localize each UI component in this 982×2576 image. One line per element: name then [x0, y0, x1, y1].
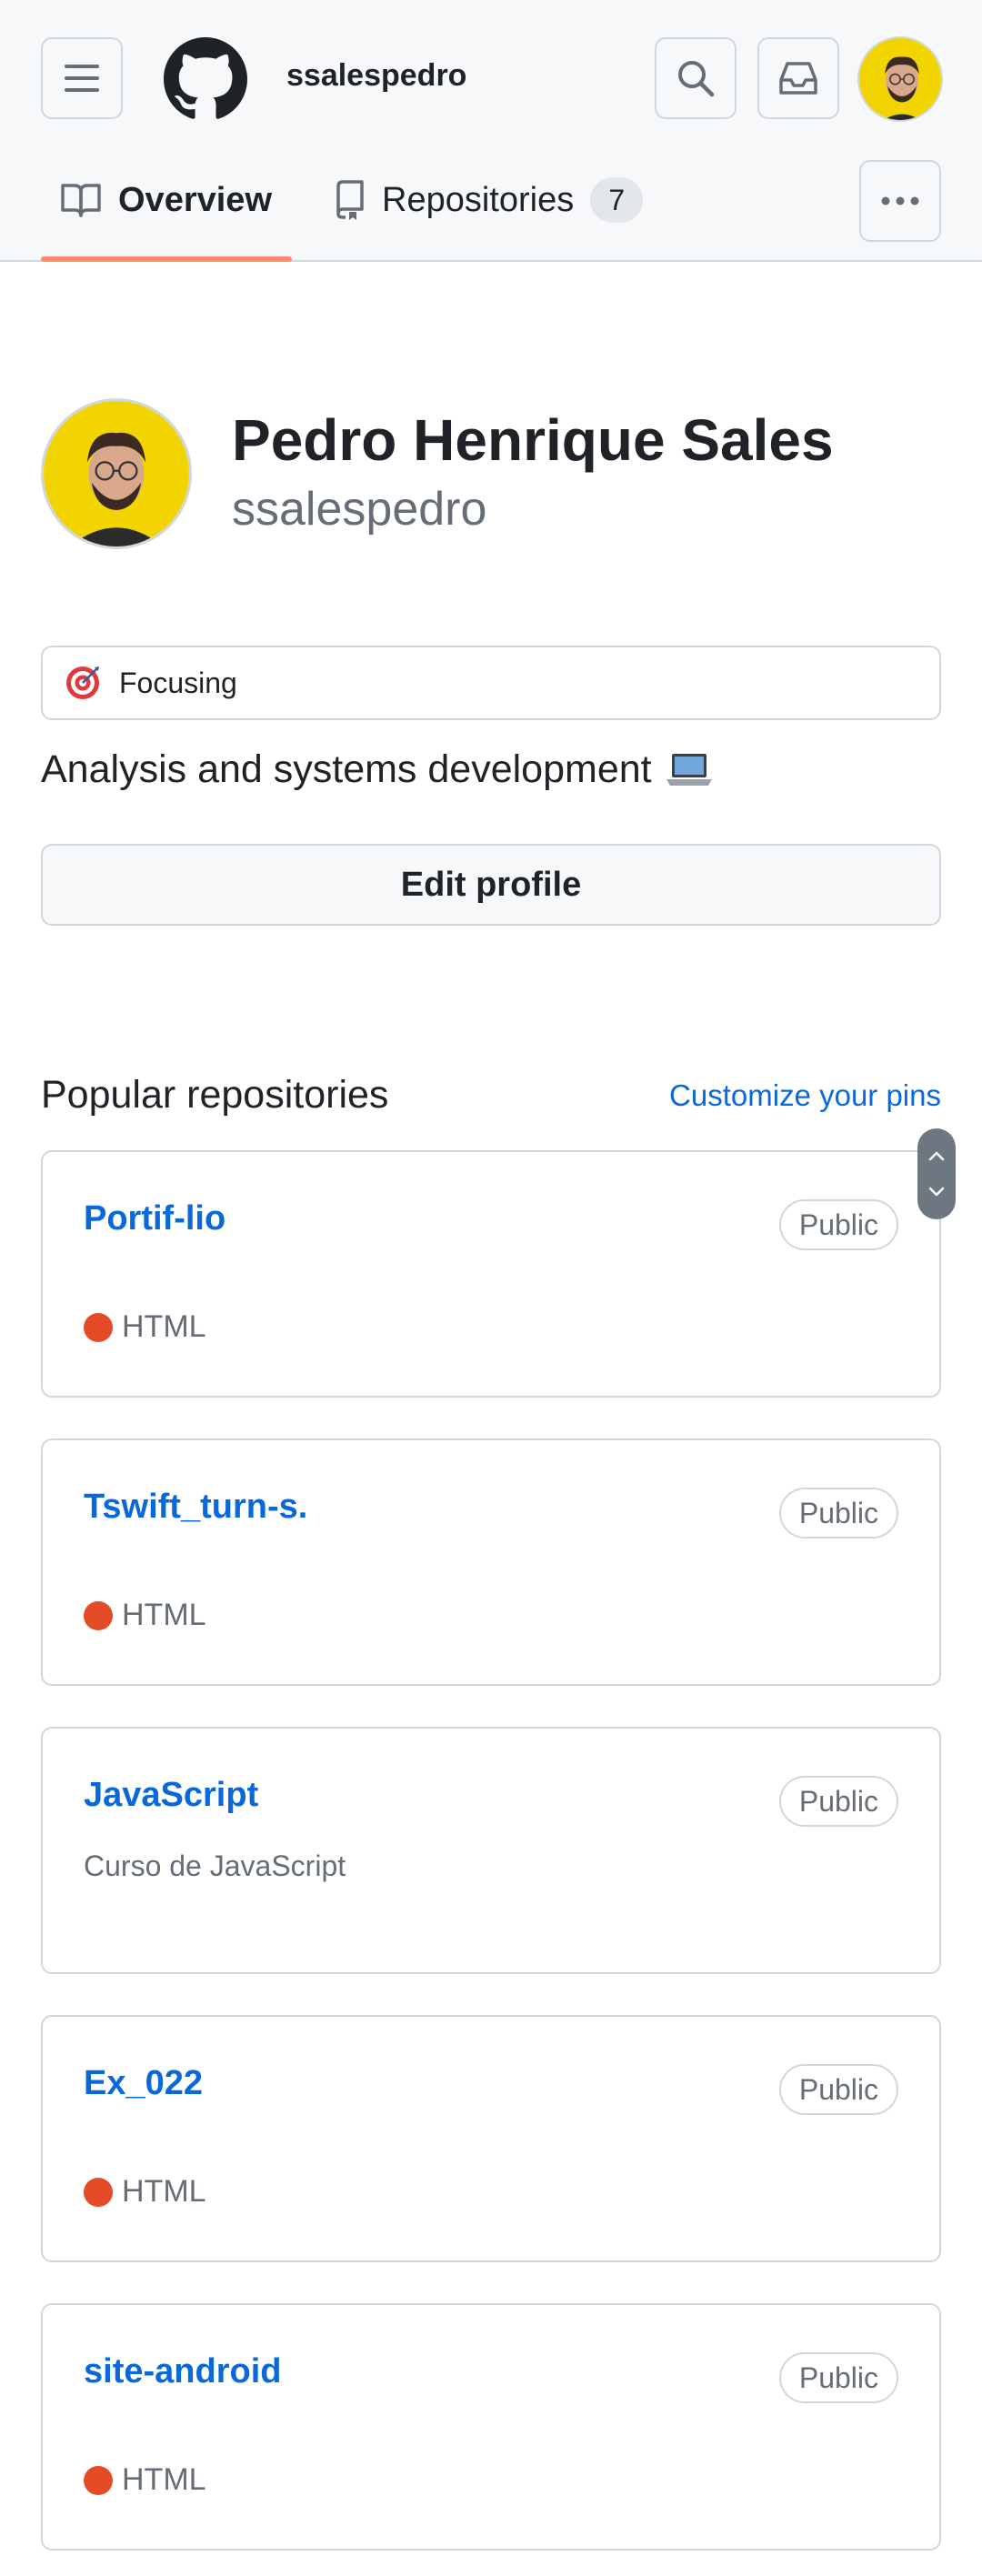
hamburger-icon [65, 65, 99, 92]
header-username[interactable]: ssalespedro [286, 58, 466, 94]
repo-language: HTML [84, 2174, 206, 2210]
tab-overview[interactable]: Overview [60, 168, 272, 232]
tab-repositories-label: Repositories [382, 180, 575, 219]
active-tab-underline [41, 256, 292, 262]
repo-language: HTML [84, 1309, 206, 1345]
repo-card: Ex_022 Public HTML [41, 2015, 941, 2262]
repositories-count-badge: 7 [590, 177, 644, 223]
repo-icon [336, 180, 364, 220]
inbox-button[interactable] [757, 37, 839, 119]
chevron-up-icon [928, 1151, 945, 1161]
popular-repositories-title: Popular repositories [41, 1073, 389, 1117]
repo-card: JavaScript Public Curso de JavaScript [41, 1727, 941, 1974]
repo-name-link[interactable]: Tswift_turn-s. [84, 1488, 307, 1527]
user-status[interactable]: Focusing [41, 646, 941, 720]
header-avatar[interactable] [857, 36, 943, 122]
github-logo-icon[interactable] [164, 37, 247, 121]
edit-profile-button[interactable]: Edit profile [41, 844, 941, 926]
repo-card: site-android Public HTML [41, 2303, 941, 2551]
repo-name-link[interactable]: site-android [84, 2352, 281, 2391]
language-color-dot [84, 2465, 113, 2495]
visibility-badge: Public [778, 2064, 898, 2115]
language-color-dot [84, 2177, 113, 2207]
repo-card: Portif-lio Public HTML [41, 1150, 941, 1398]
hamburger-menu-button[interactable] [41, 37, 123, 119]
repo-name-link[interactable]: Ex_022 [84, 2064, 203, 2103]
user-avatar-image [44, 401, 189, 546]
laptop-emoji-icon [666, 753, 712, 786]
language-label: HTML [122, 1598, 206, 1632]
target-emoji-icon [66, 667, 99, 699]
language-color-dot [84, 1600, 113, 1630]
kebab-horizontal-icon [881, 196, 919, 205]
bio-text: Analysis and systems development [41, 747, 652, 791]
language-label: HTML [122, 2174, 206, 2209]
scroll-handle[interactable] [917, 1128, 956, 1219]
tab-overview-label: Overview [118, 180, 272, 219]
repo-description: Curso de JavaScript [84, 1849, 346, 1882]
customize-pins-link[interactable]: Customize your pins [669, 1078, 941, 1113]
tab-repositories[interactable]: Repositories 7 [333, 168, 644, 232]
top-header: ssalespedro Overview Repositories 7 [0, 0, 982, 262]
status-text: Focusing [119, 666, 237, 699]
inbox-icon [779, 62, 817, 95]
book-icon [61, 184, 101, 217]
visibility-badge: Public [778, 1776, 898, 1827]
repo-card: Tswift_turn-s. Public HTML [41, 1438, 941, 1686]
more-options-button[interactable] [859, 160, 941, 242]
repo-language: HTML [84, 2462, 206, 2498]
repo-language: HTML [84, 1598, 206, 1633]
search-button[interactable] [655, 37, 736, 119]
language-color-dot [84, 1312, 113, 1342]
profile-handle: ssalespedro [232, 483, 487, 536]
profile-avatar[interactable] [41, 398, 192, 549]
language-label: HTML [122, 1309, 206, 1344]
profile-bio: Analysis and systems development [41, 747, 714, 792]
visibility-badge: Public [778, 2352, 898, 2403]
language-label: HTML [122, 2462, 206, 2497]
repo-name-link[interactable]: JavaScript [84, 1776, 258, 1815]
profile-full-name: Pedro Henrique Sales [232, 407, 834, 473]
search-icon [678, 61, 715, 97]
visibility-badge: Public [778, 1199, 898, 1250]
repo-name-link[interactable]: Portif-lio [84, 1199, 225, 1238]
visibility-badge: Public [778, 1488, 898, 1539]
chevron-down-icon [928, 1187, 945, 1197]
user-avatar-image [859, 38, 941, 120]
